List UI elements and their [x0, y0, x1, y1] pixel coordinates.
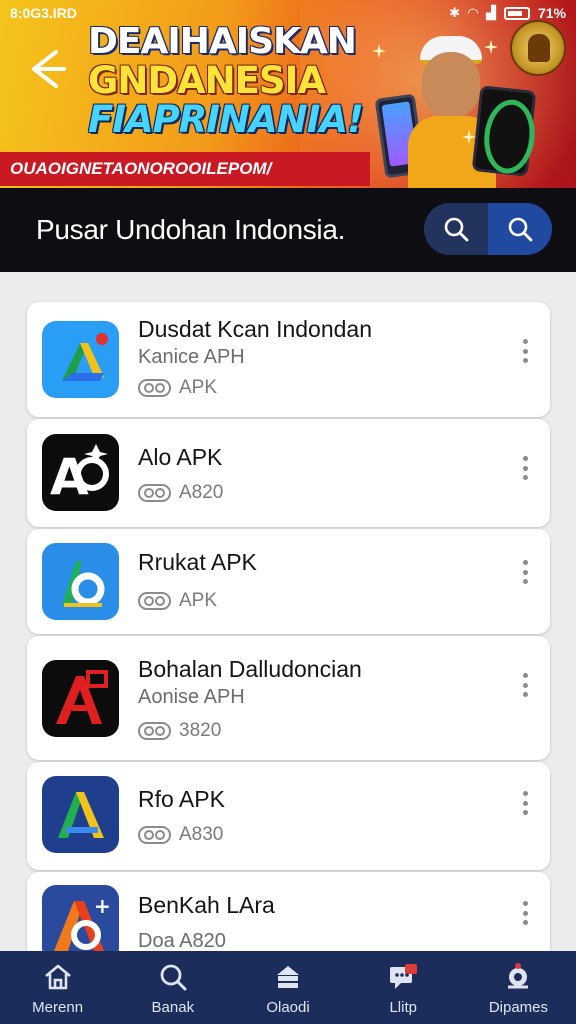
nav-item-chat[interactable]: Llitp	[346, 951, 461, 1024]
more-options-icon[interactable]	[518, 557, 532, 587]
more-options-icon[interactable]	[518, 670, 532, 700]
search-icon	[508, 217, 533, 242]
nav-item-home[interactable]: Merenn	[0, 951, 115, 1024]
more-options-icon[interactable]	[518, 453, 532, 483]
battery-icon	[503, 6, 530, 20]
list-item[interactable]: Bohalan Dalludoncian Aonise APH 3820	[27, 636, 550, 760]
app-name: Rfo APK	[138, 786, 225, 812]
download-badge-icon	[138, 592, 171, 610]
banner-headline: DEAIHAISKAN GNDANESIA FIAPRINANIA!	[88, 21, 364, 141]
app-meta: 3820	[138, 720, 221, 742]
nav-item-store[interactable]: Olaodi	[230, 951, 345, 1024]
nav-label: Llitp	[389, 999, 417, 1016]
app-name: BenKah LAra	[138, 892, 275, 918]
phone-illustration	[471, 85, 537, 177]
navy-a-letter-app-icon	[42, 776, 119, 853]
download-badge-icon	[138, 722, 171, 740]
headline-line-2: GNDANESIA	[88, 59, 326, 102]
app-subtitle: Kanice APH	[138, 346, 245, 368]
emblem-logo	[510, 20, 566, 76]
promo-strip: OUAOIGNETAONOROOILEPOM/	[0, 152, 370, 186]
app-meta-text: APK	[179, 377, 218, 398]
store-icon	[277, 966, 299, 988]
app-meta: A820	[138, 482, 223, 504]
nav-label: Merenn	[32, 999, 84, 1016]
app-name: Dusdat Kcan Indondan	[138, 316, 373, 342]
nav-label: Dipames	[488, 999, 548, 1016]
list-item[interactable]: Rfo APK A830	[27, 762, 550, 870]
nav-item-profile[interactable]: Dipames	[461, 951, 576, 1024]
svg-text:A: A	[50, 448, 89, 506]
download-badge-icon	[138, 826, 171, 844]
more-options-icon[interactable]	[518, 898, 532, 928]
app-meta-text: 3820	[179, 720, 222, 741]
red-a-letter-app-icon	[42, 660, 119, 737]
app-meta: APK	[138, 590, 217, 612]
wifi-icon: ◠	[467, 5, 478, 20]
sparkle-icon	[372, 44, 386, 58]
headline-line-3: FIAPRINANIA!	[88, 98, 364, 141]
google-drive-style-app-icon	[42, 321, 119, 398]
download-badge-icon	[138, 484, 171, 502]
black-a-letter-app-icon: A	[42, 434, 119, 511]
nav-item-search[interactable]: Banak	[115, 951, 230, 1024]
search-icon	[160, 964, 187, 991]
bottom-navigation: Merenn Banak Olaodi Llitp Dipames	[0, 951, 576, 1024]
list-item[interactable]: A Alo APK A820	[27, 419, 550, 527]
app-name: Bohalan Dalludoncian	[138, 656, 362, 682]
app-meta: APK	[138, 377, 217, 399]
signal-icon: ▟	[485, 5, 496, 20]
back-arrow-icon[interactable]	[26, 46, 66, 92]
blue-b-letter-app-icon	[42, 543, 119, 620]
page-title: Pusar Undohan Indonsia.	[36, 214, 346, 245]
list-item[interactable]: Rrukat APK APK	[27, 529, 550, 634]
chat-icon	[390, 964, 418, 989]
app-meta-text: A820	[179, 482, 224, 503]
search-button-group[interactable]	[424, 203, 552, 255]
app-meta-text: Doa A820	[138, 930, 226, 952]
search-button[interactable]	[424, 203, 488, 255]
app-meta-text: APK	[179, 590, 218, 611]
profile-icon	[508, 963, 529, 989]
more-options-icon[interactable]	[518, 336, 532, 366]
promo-banner[interactable]: 8:0G3.IRD ✱ ◠ ▟ 71% DEAIHAISKAN GNDANESI…	[0, 0, 576, 188]
search-icon	[444, 217, 469, 242]
app-meta-text: A830	[179, 824, 224, 845]
home-icon	[44, 964, 71, 990]
list-item[interactable]: Dusdat Kcan Indondan Kanice APH APK	[27, 302, 550, 417]
app-meta: A830	[138, 824, 223, 846]
search-button[interactable]	[488, 203, 552, 255]
headline-line-1: DEAIHAISKAN	[88, 21, 357, 62]
nav-label: Banak	[151, 999, 195, 1016]
download-badge-icon	[138, 379, 171, 397]
svg-text:+: +	[94, 894, 111, 918]
app-subtitle: Aonise APH	[138, 686, 245, 708]
nav-label: Olaodi	[266, 999, 310, 1016]
battery-level: 71%	[537, 5, 566, 21]
more-options-icon[interactable]	[518, 788, 532, 818]
alarm-icon: ✱	[449, 5, 460, 20]
app-name: Rrukat APK	[138, 549, 257, 575]
app-name: Alo APK	[138, 444, 223, 470]
status-time: 8:0G3.IRD	[10, 5, 77, 21]
